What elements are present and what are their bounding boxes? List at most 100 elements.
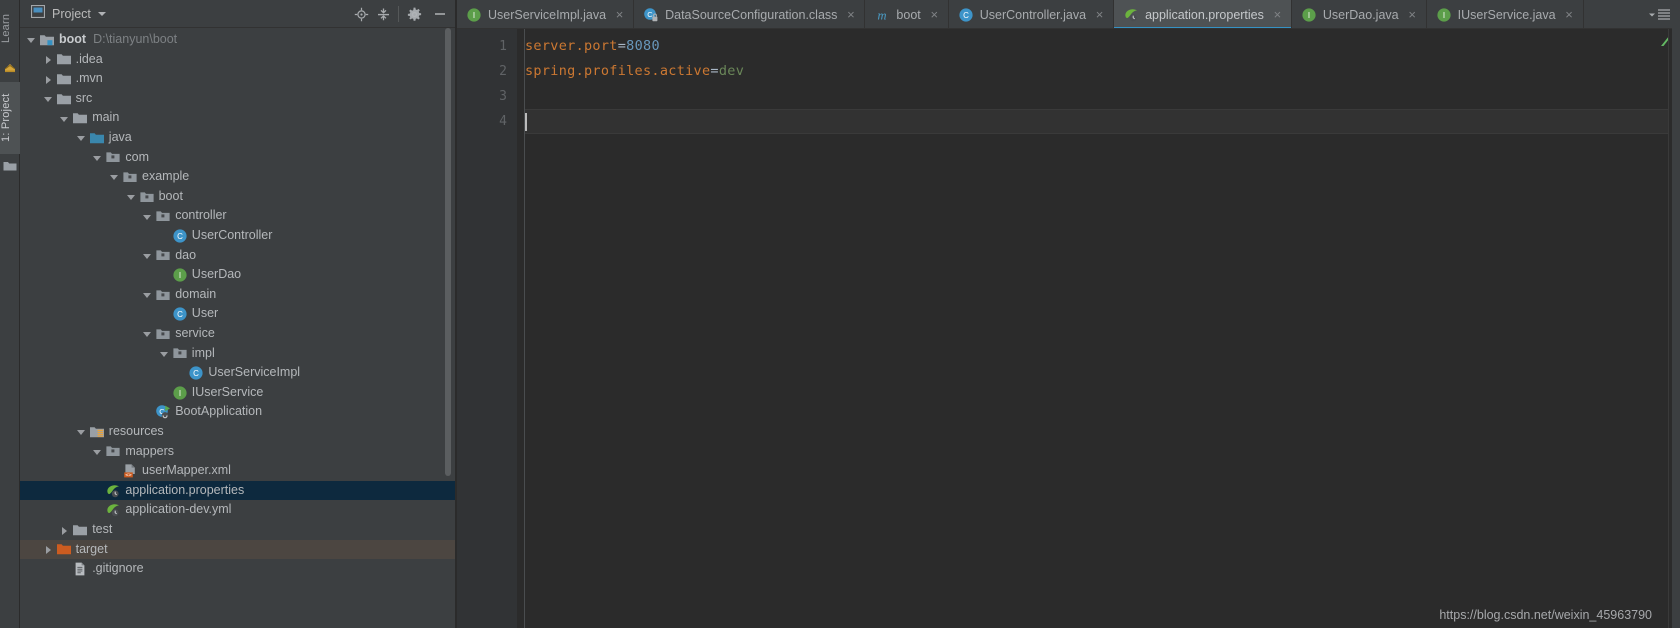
editor-tab-usercontroller-java[interactable]: C UserController.java × — [949, 0, 1115, 28]
tree-item-resources[interactable]: resources — [20, 422, 456, 442]
chevron-down-icon[interactable] — [142, 211, 153, 222]
close-icon[interactable]: × — [929, 8, 940, 21]
rail-learn-label: Learn — [0, 13, 12, 43]
editor-text-area[interactable]: server.port=8080 spring.profiles.active=d… — [525, 29, 1680, 628]
chevron-down-icon[interactable] — [76, 426, 87, 437]
tree-item-label: application-dev.yml — [125, 502, 232, 517]
close-icon[interactable]: × — [1094, 8, 1105, 21]
tree-item-application-dev-yml[interactable]: application-dev.yml — [20, 500, 456, 520]
tree-item-controller[interactable]: controller — [20, 206, 456, 226]
chevron-down-icon[interactable] — [126, 191, 137, 202]
collapse-all-icon[interactable] — [372, 3, 394, 25]
tab-label: UserServiceImpl.java — [488, 7, 607, 22]
folder-icon — [56, 51, 72, 67]
gear-icon[interactable] — [403, 3, 425, 25]
tree-item-user[interactable]: C User — [20, 304, 456, 324]
editor-tab-userserviceimpl-java[interactable]: I UserServiceImpl.java × — [457, 0, 635, 28]
property-key: spring.profiles.active — [525, 63, 711, 79]
chevron-right-icon[interactable] — [43, 73, 54, 84]
project-title-dropdown[interactable]: Project — [30, 0, 106, 28]
editor-tab-boot[interactable]: m boot × — [865, 0, 949, 28]
rail-button-project[interactable]: 1: Project — [0, 82, 20, 154]
hide-icon[interactable] — [429, 3, 451, 25]
tree-item--idea[interactable]: .idea — [20, 50, 456, 70]
tree-item-main[interactable]: main — [20, 108, 456, 128]
tree-item-test[interactable]: test — [20, 520, 456, 540]
tree-item-usermapper-xml[interactable]: <> userMapper.xml — [20, 461, 456, 481]
close-icon[interactable]: × — [1407, 8, 1418, 21]
chevron-right-icon[interactable] — [43, 544, 54, 555]
project-tree-scroll[interactable]: boot D:\tianyun\boot .idea .mvn src main java c… — [20, 28, 456, 628]
close-icon[interactable]: × — [1272, 8, 1283, 21]
chevron-down-icon[interactable] — [26, 34, 37, 45]
scroll-from-source-icon[interactable] — [350, 3, 372, 25]
tree-item-java[interactable]: java — [20, 128, 456, 148]
tree-item-application-properties[interactable]: application.properties — [20, 480, 456, 501]
chevron-down-icon[interactable] — [142, 289, 153, 300]
tree-item-iuserservice[interactable]: I IUserService — [20, 383, 456, 403]
tree-item-userserviceimpl[interactable]: C UserServiceImpl — [20, 363, 456, 383]
folder-icon — [3, 160, 17, 174]
tree-item-usercontroller[interactable]: C UserController — [20, 226, 456, 246]
tree-item-userdao[interactable]: I UserDao — [20, 265, 456, 285]
svg-text:C: C — [647, 10, 653, 19]
tree-item-boot[interactable]: boot D:\tianyun\boot — [20, 30, 456, 50]
chevron-down-icon[interactable] — [109, 171, 120, 182]
chevron-right-icon[interactable] — [43, 54, 54, 65]
tree-item-src[interactable]: src — [20, 89, 456, 109]
tree-item-com[interactable]: com — [20, 148, 456, 168]
tree-item-service[interactable]: service — [20, 324, 456, 344]
close-icon[interactable]: × — [1564, 8, 1575, 21]
project-title-label: Project — [52, 7, 91, 21]
editor-tab-application-properties[interactable]: application.properties × — [1114, 0, 1292, 28]
chevron-down-icon[interactable] — [76, 132, 87, 143]
tab-label: application.properties — [1145, 7, 1264, 22]
editor-tab-iuserservice-java[interactable]: I IUserService.java × — [1427, 0, 1584, 28]
tree-item-label: dao — [175, 247, 197, 262]
package-icon — [139, 189, 155, 205]
java-class-icon: C — [188, 365, 204, 381]
editor-area[interactable]: 1234 server.port=8080 spring.profiles.act… — [457, 29, 1680, 628]
chevron-down-icon[interactable] — [159, 348, 170, 359]
chevron-down-icon[interactable] — [142, 250, 153, 261]
rail-button-learn[interactable]: Learn — [0, 2, 20, 54]
editor-tab-bar: I UserServiceImpl.java × C DataSourceConfigu… — [457, 0, 1680, 29]
chevron-down-icon[interactable] — [59, 113, 70, 124]
tree-item--mvn[interactable]: .mvn — [20, 69, 456, 89]
chevron-down-icon[interactable] — [142, 328, 153, 339]
close-icon[interactable]: × — [845, 8, 856, 21]
tree-item-example[interactable]: example — [20, 167, 456, 187]
tree-item-label: java — [108, 130, 132, 144]
tree-item-label: service — [175, 326, 215, 340]
tree-item--gitignore[interactable]: .gitignore — [20, 559, 456, 579]
package-icon — [105, 149, 121, 165]
chevron-down-icon[interactable] — [92, 152, 103, 163]
idea-window: Learn 1: Project Project boot D:\tianyun… — [0, 0, 1680, 628]
editor-tab-datasourceconfiguration-class[interactable]: C DataSourceConfiguration.class × — [634, 0, 866, 28]
chevron-down-icon[interactable] — [43, 93, 54, 104]
chevron-right-icon[interactable] — [59, 524, 70, 535]
project-tree-scrollbar[interactable] — [445, 28, 451, 476]
tree-item-mappers[interactable]: mappers — [20, 442, 456, 462]
svg-text:C: C — [963, 11, 969, 20]
spring-properties-icon — [105, 502, 121, 518]
tab-label: IUserService.java — [1457, 7, 1556, 22]
tree-item-label: main — [92, 110, 120, 125]
tree-item-impl[interactable]: impl — [20, 344, 456, 364]
folder-icon — [72, 110, 88, 126]
editor-tab-userdao-java[interactable]: I UserDao.java × — [1292, 0, 1427, 28]
tab-list-dropdown-icon[interactable] — [1648, 9, 1670, 20]
tree-item-dao[interactable]: dao — [20, 246, 456, 266]
close-icon[interactable]: × — [614, 8, 625, 21]
tree-item-label: User — [191, 306, 219, 321]
editor-gutter[interactable]: 1 2 3 4 — [457, 29, 517, 628]
java-class-locked-icon: C — [643, 7, 659, 23]
tree-item-boot[interactable]: boot — [20, 187, 456, 207]
chevron-down-icon[interactable] — [92, 446, 103, 457]
tree-item-bootapplication[interactable]: C BootApplication — [20, 402, 456, 422]
tree-item-target[interactable]: target — [20, 539, 456, 560]
tree-item-domain[interactable]: domain — [20, 285, 456, 305]
